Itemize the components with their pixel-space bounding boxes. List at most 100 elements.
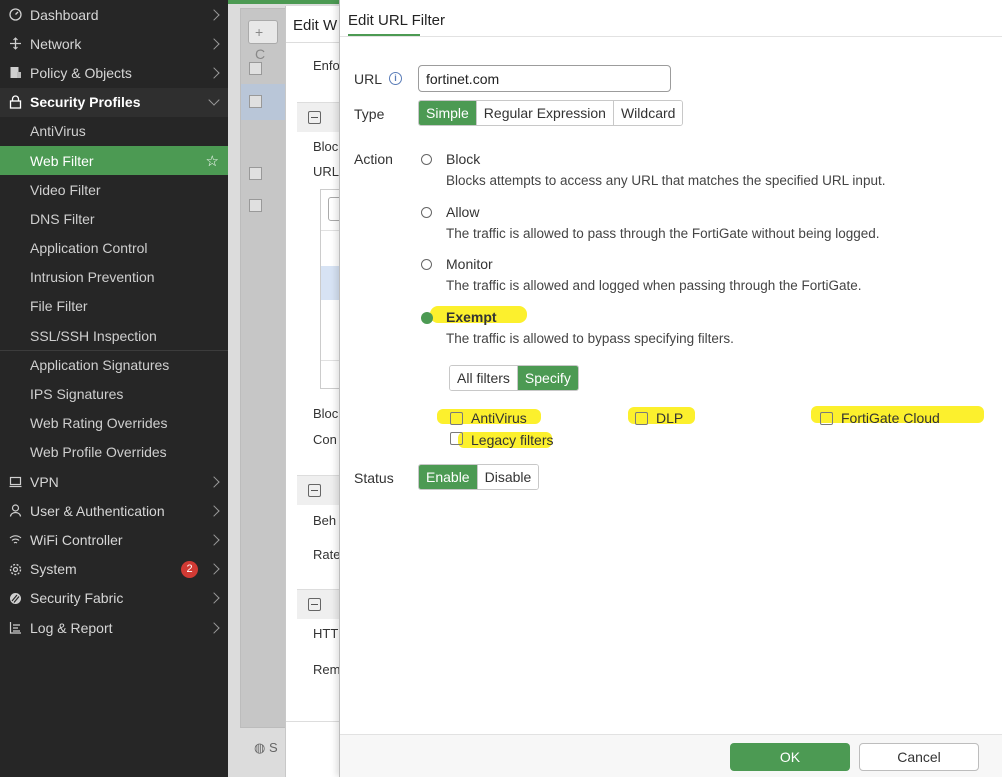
notification-badge: 2 bbox=[181, 560, 198, 578]
collapse-icon[interactable] bbox=[308, 484, 321, 497]
exempt-antivirus-label: AntiVirus bbox=[471, 410, 527, 426]
sidebar-item-security-fabric[interactable]: Security Fabric bbox=[0, 584, 228, 613]
sidebar-item-user-authentication[interactable]: User & Authentication bbox=[0, 496, 228, 525]
exempt-fortigate-cloud-checkbox[interactable] bbox=[820, 412, 833, 425]
sidebar-subitem-label: Intrusion Prevention bbox=[30, 269, 155, 286]
type-option-simple[interactable]: Simple bbox=[419, 101, 476, 125]
exempt-legacy-filters-checkbox[interactable] bbox=[450, 432, 463, 445]
sidebar-subitem-web-profile-overrides[interactable]: Web Profile Overrides bbox=[0, 438, 228, 467]
sidebar-item-security-profiles[interactable]: Security Profiles bbox=[0, 87, 228, 117]
ok-button[interactable]: OK bbox=[730, 743, 850, 771]
action-radio-exempt[interactable] bbox=[421, 312, 433, 324]
exempt-antivirus-checkbox[interactable] bbox=[450, 412, 463, 425]
dialog-header-divider bbox=[340, 36, 1002, 37]
exempt-fortigate-cloud-label: FortiGate Cloud bbox=[841, 410, 940, 426]
sidebar-subitem-ips-signatures[interactable]: IPS Signatures bbox=[0, 379, 228, 408]
action-radio-block[interactable] bbox=[421, 154, 432, 165]
sidebar-subitem-label: Application Signatures bbox=[30, 357, 170, 374]
dialog-footer-divider bbox=[340, 734, 1002, 735]
profile-section-header[interactable] bbox=[297, 589, 341, 619]
profile-label: Bloc bbox=[313, 406, 339, 421]
filter-mode-specify[interactable]: Specify bbox=[516, 366, 578, 390]
network-icon bbox=[8, 37, 22, 51]
sidebar-subitem-application-control[interactable]: Application Control bbox=[0, 234, 228, 263]
status-option-enable[interactable]: Enable bbox=[419, 465, 477, 489]
profile-label: Enfo bbox=[313, 58, 340, 73]
sidebar-subitem-dns-filter[interactable]: DNS Filter bbox=[0, 204, 228, 233]
chevron-right-icon bbox=[208, 592, 220, 605]
sidebar-subitem-label: Video Filter bbox=[30, 181, 101, 198]
profile-section-header[interactable] bbox=[297, 102, 341, 132]
sidebar-subitem-web-filter[interactable]: Web Filter ☆ bbox=[0, 145, 228, 176]
action-radio-monitor[interactable] bbox=[421, 259, 432, 270]
profile-label: Con bbox=[313, 432, 337, 447]
action-desc-allow: The traffic is allowed to pass through t… bbox=[446, 226, 880, 241]
cancel-button[interactable]: Cancel bbox=[859, 743, 979, 771]
fabric-icon bbox=[8, 591, 22, 605]
type-segmented-control: Simple Regular Expression Wildcard bbox=[418, 100, 684, 126]
wifi-icon bbox=[8, 533, 22, 547]
action-radio-allow[interactable] bbox=[421, 207, 432, 218]
chevron-down-icon bbox=[208, 94, 220, 106]
background-footer-text: S bbox=[268, 740, 278, 755]
row-checkbox[interactable] bbox=[249, 167, 262, 180]
status-option-disable[interactable]: Disable bbox=[476, 465, 539, 489]
dashboard-icon bbox=[8, 8, 22, 22]
profile-section-header[interactable] bbox=[297, 475, 341, 505]
sidebar-item-log-report[interactable]: Log & Report bbox=[0, 613, 228, 642]
row-checkbox[interactable] bbox=[249, 95, 262, 108]
sidebar-item-policy-objects[interactable]: Policy & Objects bbox=[0, 58, 228, 87]
sidebar-item-network[interactable]: Network bbox=[0, 29, 228, 58]
row-checkbox[interactable] bbox=[249, 199, 262, 212]
action-desc-block: Blocks attempts to access any URL that m… bbox=[446, 173, 886, 188]
sidebar-item-system[interactable]: System 2 bbox=[0, 555, 228, 584]
url-input[interactable] bbox=[418, 65, 671, 92]
type-option-wildcard[interactable]: Wildcard bbox=[612, 101, 683, 125]
action-title-allow: Allow bbox=[446, 204, 480, 220]
type-option-regular-expression[interactable]: Regular Expression bbox=[475, 101, 613, 125]
sidebar-item-label: Network bbox=[30, 35, 82, 52]
filter-mode-all-filters[interactable]: All filters bbox=[450, 366, 517, 390]
profile-panel-title: Edit W bbox=[293, 17, 338, 34]
monitor-icon bbox=[8, 475, 22, 489]
sidebar-item-wifi-controller[interactable]: WiFi Controller bbox=[0, 525, 228, 554]
create-new-button[interactable]: + C bbox=[248, 20, 278, 62]
status-label: Status bbox=[354, 470, 394, 486]
chevron-right-icon bbox=[208, 38, 220, 50]
collapse-icon[interactable] bbox=[308, 111, 321, 124]
select-all-checkbox[interactable] bbox=[249, 62, 262, 75]
exempt-dlp-checkbox[interactable] bbox=[635, 412, 648, 425]
fabric-icon: ◍ bbox=[254, 740, 266, 755]
exempt-filter-mode-control: All filters Specify bbox=[449, 365, 579, 391]
sidebar-item-vpn[interactable]: VPN bbox=[0, 467, 228, 496]
sidebar-subitem-label: SSL/SSH Inspection bbox=[30, 327, 157, 344]
sidebar-item-label: Policy & Objects bbox=[30, 64, 132, 81]
sidebar-subitem-application-signatures[interactable]: Application Signatures bbox=[0, 350, 228, 379]
profile-label: Rate bbox=[313, 547, 341, 562]
sidebar-subitem-intrusion-prevention[interactable]: Intrusion Prevention bbox=[0, 263, 228, 292]
sidebar-subitem-ssl-ssh-inspection[interactable]: SSL/SSH Inspection bbox=[0, 321, 228, 350]
edit-url-filter-dialog: Edit URL Filter URL i Type Simple Regula… bbox=[339, 0, 1002, 777]
star-icon[interactable]: ☆ bbox=[206, 152, 219, 170]
chevron-right-icon bbox=[208, 534, 220, 546]
url-label: URL bbox=[354, 71, 383, 87]
sidebar-subitem-web-rating-overrides[interactable]: Web Rating Overrides bbox=[0, 409, 228, 438]
action-title-exempt: Exempt bbox=[446, 309, 497, 325]
profile-label: Rem bbox=[313, 662, 341, 677]
sidebar-item-label: Security Fabric bbox=[30, 590, 124, 607]
sidebar-item-label: WiFi Controller bbox=[30, 531, 123, 548]
sidebar-subitem-label: File Filter bbox=[30, 298, 88, 315]
profile-label: Beh bbox=[313, 513, 337, 528]
background-footer: ◍ S bbox=[254, 740, 278, 756]
sidebar-subitem-file-filter[interactable]: File Filter bbox=[0, 292, 228, 321]
sidebar-item-label: Log & Report bbox=[30, 619, 113, 636]
sidebar-subitem-antivirus[interactable]: AntiVirus bbox=[0, 117, 228, 146]
info-icon[interactable]: i bbox=[389, 72, 402, 85]
exempt-dlp-label: DLP bbox=[656, 410, 684, 426]
collapse-icon[interactable] bbox=[308, 598, 321, 611]
chevron-right-icon bbox=[208, 67, 220, 79]
chevron-right-icon bbox=[208, 505, 220, 517]
sidebar-item-dashboard[interactable]: Dashboard bbox=[0, 0, 228, 29]
sidebar-subitem-label: Web Rating Overrides bbox=[30, 415, 168, 432]
sidebar-subitem-video-filter[interactable]: Video Filter bbox=[0, 175, 228, 204]
